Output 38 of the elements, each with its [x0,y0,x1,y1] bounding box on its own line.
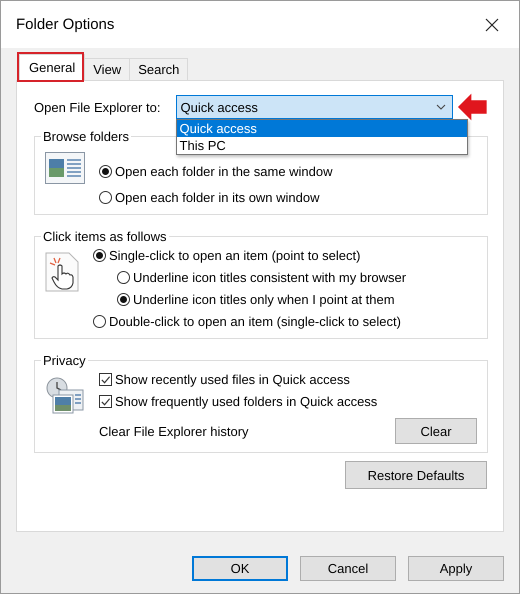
radio-button[interactable] [93,248,106,262]
group-title: Privacy [42,353,87,368]
option-label: Underline icon titles only when I point at them [133,292,395,306]
option-label: Double-click to open an item (single-click to select) [109,314,401,328]
radio-button[interactable] [117,270,130,284]
dialog-button[interactable]: Cancel [300,556,396,581]
radio-button[interactable] [99,190,112,204]
dialog-button[interactable]: OK [192,556,288,581]
clear-history-label: Clear File Explorer history [99,424,249,438]
group-title: Click items as follows [42,229,168,244]
dropdown-option[interactable]: Quick access [176,120,467,137]
option-label: Underline icon titles consistent with my browser [133,270,406,284]
group-title: Browse folders [42,129,130,144]
arrow-icon [457,92,488,122]
open-to-label: Open File Explorer to: [34,100,162,114]
tab[interactable]: Search [129,58,188,80]
tab[interactable]: General [19,54,86,80]
window-icon [45,152,85,184]
clear-button[interactable]: Clear [395,418,477,444]
option-label: Single-click to open an item (point to select) [109,248,360,262]
close-icon[interactable] [485,18,499,32]
radio-button[interactable] [93,314,106,328]
highlight-frame [17,52,84,82]
option-label: Open each folder in the same window [115,164,333,178]
dialog-button[interactable]: Apply [408,556,504,581]
radio-button[interactable] [99,164,112,178]
chevron-icon [436,104,446,110]
option-label: Show frequently used folders in Quick access [115,394,378,408]
option-label: Show recently used files in Quick access [115,372,350,386]
checkbox[interactable] [99,394,112,408]
window-title: Folder Options [16,16,114,33]
clock-pictures-icon [45,376,85,416]
option-label: Open each folder in its own window [115,190,320,204]
radio-button[interactable] [117,292,130,306]
checkbox[interactable] [99,372,112,386]
hand-pointer-icon [45,252,79,292]
dropdown-option[interactable]: This PC [176,137,467,154]
restore-defaults-button[interactable]: Restore Defaults [345,461,487,489]
